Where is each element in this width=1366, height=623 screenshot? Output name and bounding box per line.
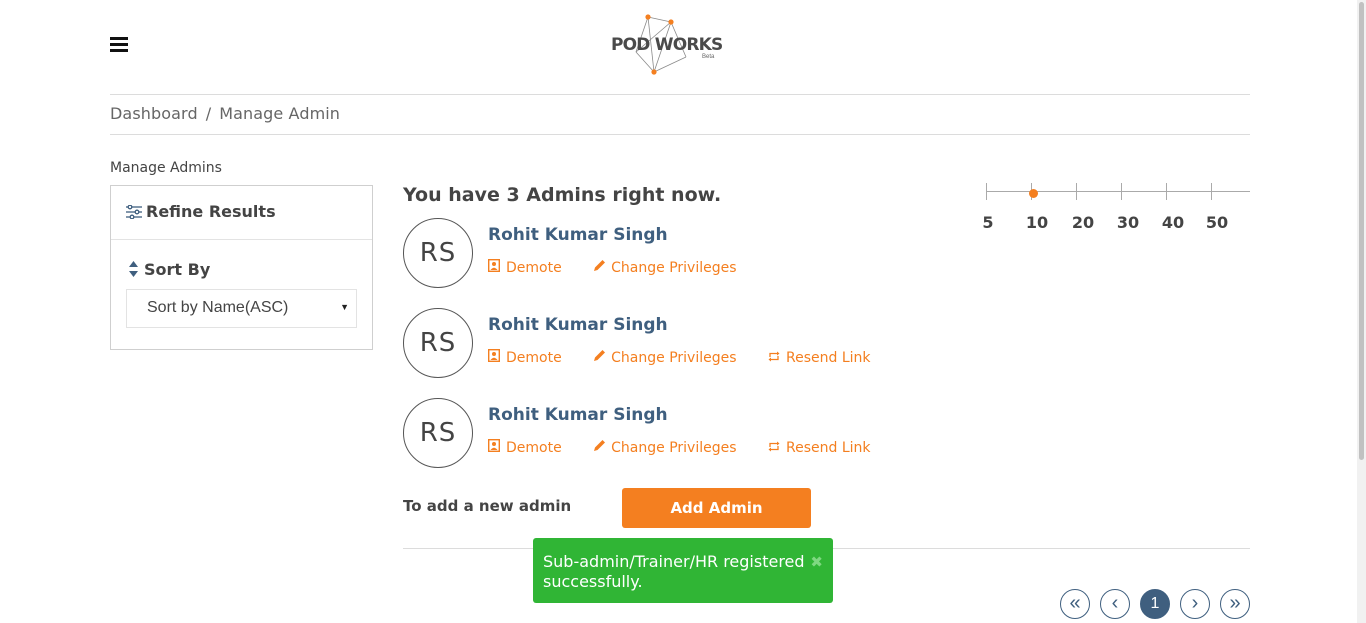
slider-tick bbox=[1121, 183, 1122, 200]
admin-actions: Demote Change Privileges Resend Link bbox=[487, 348, 897, 366]
pencil-icon bbox=[593, 259, 606, 276]
sidebar-title: Manage Admins bbox=[110, 160, 222, 176]
retweet-icon bbox=[768, 440, 781, 456]
demote-label: Demote bbox=[506, 440, 562, 456]
breadcrumb-divider bbox=[110, 134, 1250, 135]
slider-handle[interactable] bbox=[1029, 189, 1038, 198]
podworks-logo[interactable]: POD WORKS Beta bbox=[606, 12, 726, 78]
demote-button[interactable]: Demote bbox=[487, 258, 562, 276]
refine-panel: Refine Results Sort By Sort by Name(ASC)… bbox=[110, 185, 373, 350]
avatar: RS bbox=[403, 398, 473, 468]
prev-page-button[interactable]: ‹ bbox=[1100, 589, 1130, 619]
demote-button[interactable]: Demote bbox=[487, 348, 562, 366]
admin-name[interactable]: Rohit Kumar Singh bbox=[488, 225, 668, 245]
admin-list-item: RS Rohit Kumar Singh Demote Change Privi… bbox=[403, 308, 903, 380]
add-admin-button[interactable]: Add Admin bbox=[622, 488, 811, 528]
sort-by-label: Sort By bbox=[144, 260, 211, 279]
slider-tick bbox=[986, 183, 987, 200]
success-toast: Sub-admin/Trainer/HR registered successf… bbox=[533, 538, 833, 603]
scrollbar-thumb[interactable] bbox=[1359, 2, 1364, 460]
close-icon[interactable]: ✖ bbox=[810, 552, 823, 572]
resend-link-button[interactable]: Resend Link bbox=[768, 350, 871, 366]
sort-select-value: Sort by Name(ASC) bbox=[147, 299, 289, 316]
resend-link-label: Resend Link bbox=[785, 440, 871, 456]
sort-icon bbox=[129, 261, 138, 281]
retweet-icon bbox=[768, 350, 781, 366]
avatar: RS bbox=[403, 218, 473, 288]
admin-list-item: RS Rohit Kumar Singh Demote Change Privi… bbox=[403, 398, 903, 470]
refine-label: Refine Results bbox=[146, 202, 276, 221]
change-privileges-button[interactable]: Change Privileges bbox=[593, 439, 737, 456]
slider-tick bbox=[1211, 183, 1212, 200]
breadcrumb-separator: / bbox=[205, 104, 212, 123]
page-size-option[interactable]: 40 bbox=[1162, 213, 1184, 232]
page-size-option[interactable]: 5 bbox=[982, 213, 993, 232]
contact-card-icon bbox=[487, 258, 501, 276]
hamburger-menu-icon[interactable] bbox=[110, 37, 128, 52]
resend-link-button[interactable]: Resend Link bbox=[768, 440, 871, 456]
change-privileges-label: Change Privileges bbox=[611, 260, 737, 276]
refine-header: Refine Results bbox=[111, 186, 372, 240]
slider-tick bbox=[1166, 183, 1167, 200]
logo-text: POD WORKS bbox=[611, 35, 723, 55]
next-page-button[interactable]: › bbox=[1180, 589, 1210, 619]
sort-by-heading: Sort By bbox=[129, 260, 210, 281]
beta-badge: Beta bbox=[702, 54, 715, 60]
chevron-down-icon: ▼ bbox=[340, 302, 349, 312]
admin-actions: Demote Change Privileges Resend Link bbox=[487, 438, 897, 456]
pencil-icon bbox=[593, 439, 606, 456]
page-scrollbar[interactable] bbox=[1357, 0, 1366, 623]
add-admin-prompt: To add a new admin bbox=[403, 497, 572, 515]
breadcrumb-dashboard-link[interactable]: Dashboard bbox=[110, 104, 198, 123]
admin-list-item: RS Rohit Kumar Singh Demote Change Privi… bbox=[403, 218, 903, 290]
page-size-option[interactable]: 10 bbox=[1026, 213, 1048, 232]
breadcrumb: Dashboard / Manage Admin bbox=[110, 104, 340, 123]
breadcrumb-current: Manage Admin bbox=[219, 104, 341, 123]
change-privileges-label: Change Privileges bbox=[611, 440, 737, 456]
admin-name[interactable]: Rohit Kumar Singh bbox=[488, 405, 668, 425]
change-privileges-button[interactable]: Change Privileges bbox=[593, 259, 737, 276]
first-page-button[interactable]: « bbox=[1060, 589, 1090, 619]
sort-select[interactable]: Sort by Name(ASC) ▼ bbox=[126, 289, 357, 328]
last-page-button[interactable]: » bbox=[1220, 589, 1250, 619]
pencil-icon bbox=[593, 349, 606, 366]
resend-link-label: Resend Link bbox=[785, 350, 871, 366]
slider-tick bbox=[1076, 183, 1077, 200]
page-size-option[interactable]: 20 bbox=[1072, 213, 1094, 232]
page-size-slider[interactable]: 5 10 20 30 40 50 bbox=[982, 180, 1250, 240]
demote-button[interactable]: Demote bbox=[487, 438, 562, 456]
admin-name[interactable]: Rohit Kumar Singh bbox=[488, 315, 668, 335]
contact-card-icon bbox=[487, 348, 501, 366]
admin-actions: Demote Change Privileges bbox=[487, 258, 764, 276]
change-privileges-button[interactable]: Change Privileges bbox=[593, 349, 737, 366]
demote-label: Demote bbox=[506, 260, 562, 276]
sliders-icon bbox=[126, 204, 142, 223]
page-size-option[interactable]: 50 bbox=[1206, 213, 1228, 232]
change-privileges-label: Change Privileges bbox=[611, 350, 737, 366]
toast-message: Sub-admin/Trainer/HR registered successf… bbox=[543, 552, 805, 591]
avatar: RS bbox=[403, 308, 473, 378]
header-divider bbox=[110, 94, 1250, 95]
demote-label: Demote bbox=[506, 350, 562, 366]
admin-count-heading: You have 3 Admins right now. bbox=[403, 184, 722, 206]
contact-card-icon bbox=[487, 438, 501, 456]
current-page-button[interactable]: 1 bbox=[1140, 589, 1170, 619]
page-size-option[interactable]: 30 bbox=[1117, 213, 1139, 232]
